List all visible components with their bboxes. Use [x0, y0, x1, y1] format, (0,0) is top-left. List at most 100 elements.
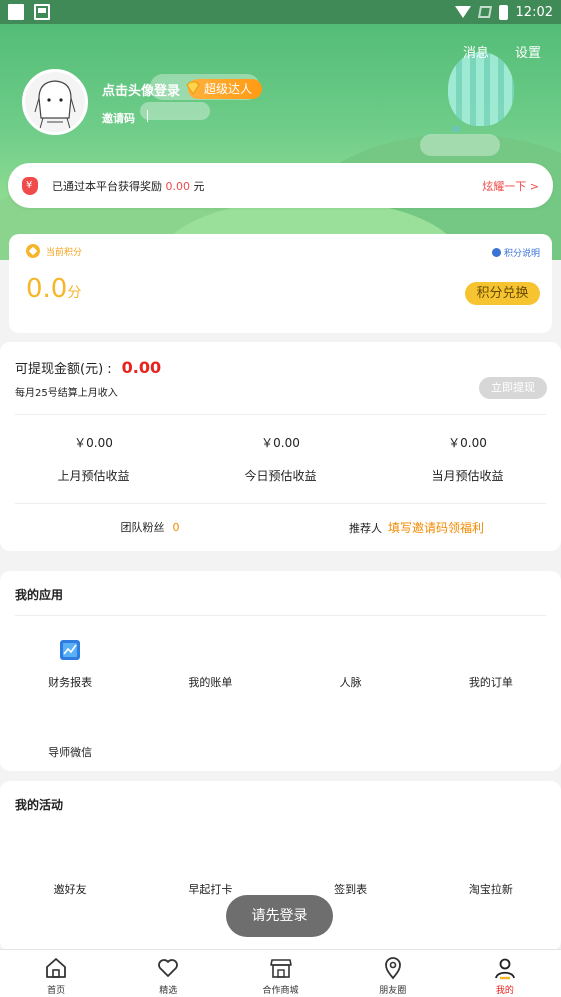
login-prompt[interactable]: 点击头像登录 — [102, 80, 180, 99]
team-row: 团队粉丝 0 推荐人 填写邀请码领福利 — [0, 519, 561, 536]
app-label: 导师微信 — [48, 746, 93, 759]
invite-code-row: 邀请码 — [102, 110, 148, 126]
stat-value: ￥0.00 — [74, 436, 113, 450]
tab-label: 精选 — [159, 986, 178, 996]
stat-label: 今日预估收益 — [244, 469, 317, 483]
no-signal-icon — [477, 6, 492, 18]
points-exchange-button[interactable]: 积分兑换 — [465, 282, 540, 305]
withdrawable-label: 可提现金额(元) : — [15, 362, 112, 377]
tab-label: 朋友圈 — [379, 986, 407, 996]
team-fans[interactable]: 团队粉丝 0 — [0, 519, 280, 536]
divider — [15, 414, 546, 415]
reward-text: 已通过本平台获得奖励 0.00 元 — [52, 178, 205, 194]
my-apps-card: 我的应用 财务报表 我的账单 人脉 我的订单 导师微信 — [0, 571, 561, 771]
referrer: 推荐人 填写邀请码领福利 — [280, 519, 561, 536]
tab-moments[interactable]: 朋友圈 — [337, 950, 449, 997]
store-icon — [269, 959, 292, 978]
my-apps-title: 我的应用 — [15, 588, 64, 602]
app-financial-report[interactable]: 财务报表 — [0, 633, 140, 689]
heart-icon — [158, 959, 179, 977]
reward-suffix: 元 — [193, 179, 205, 193]
gallery-icon — [34, 4, 50, 20]
battery-icon — [498, 4, 508, 20]
stat-this-month: ￥0.00 当月预估收益 — [374, 434, 561, 484]
coin-icon — [26, 244, 40, 258]
settle-note: 每月25号结算上月收入 — [15, 388, 118, 399]
app-my-bills[interactable]: 我的账单 — [140, 633, 280, 689]
tab-partner-mall[interactable]: 合作商城 — [224, 950, 336, 997]
earnings-stats: ￥0.00 上月预估收益 ￥0.00 今日预估收益 ￥0.00 当月预估收益 — [0, 434, 561, 484]
my-activities-title: 我的活动 — [15, 798, 64, 812]
stat-today: ￥0.00 今日预估收益 — [187, 434, 374, 484]
home-icon — [46, 958, 66, 978]
clock: 12:02 — [515, 4, 553, 20]
points-unit: 分 — [67, 285, 82, 301]
invite-code-divider — [147, 110, 148, 122]
points-number: 0.0 — [26, 274, 68, 304]
info-icon — [491, 248, 501, 257]
team-fans-label: 团队粉丝 — [120, 521, 165, 534]
team-fans-count: 0 — [172, 521, 180, 534]
avatar-illustration — [25, 72, 85, 132]
person-icon — [495, 958, 515, 980]
points-explain-link[interactable]: 积分说明 — [491, 246, 540, 259]
cloud-decoration — [140, 102, 210, 120]
messages-link[interactable]: 消息 — [463, 42, 489, 61]
activity-invite-friends[interactable]: 邀好友 — [0, 881, 140, 897]
activity-taobao-newusers[interactable]: 淘宝拉新 — [421, 881, 561, 897]
bottom-tabbar: 首页 精选 合作商城 朋友圈 我的 — [0, 949, 561, 997]
reward-banner: 已通过本平台获得奖励 0.00 元 炫耀一下 > — [8, 163, 553, 208]
app-label: 财务报表 — [48, 676, 93, 689]
earnings-card: 可提现金额(元) : 0.00 每月25号结算上月收入 立即提现 ￥0.00 上… — [0, 342, 561, 551]
tab-label: 合作商城 — [262, 986, 299, 996]
app-label: 我的订单 — [468, 676, 513, 689]
referrer-label: 推荐人 — [348, 522, 382, 535]
balloon-basket — [452, 126, 460, 132]
report-chart-icon — [60, 640, 81, 660]
points-label-text: 当前积分 — [46, 247, 83, 258]
current-points-label: 当前积分 — [26, 244, 82, 258]
show-off-link[interactable]: 炫耀一下 > — [482, 178, 539, 194]
divider — [15, 615, 546, 616]
withdrawable-row: 可提现金额(元) : 0.00 — [15, 358, 161, 377]
tab-mine[interactable]: 我的 — [449, 950, 561, 997]
tab-label: 我的 — [495, 986, 514, 996]
withdrawable-amount: 0.00 — [121, 358, 162, 377]
points-value: 0.0分 — [26, 274, 81, 304]
avatar[interactable] — [22, 69, 88, 135]
tab-featured[interactable]: 精选 — [112, 950, 224, 997]
app-label: 人脉 — [339, 676, 362, 689]
login-toast: 请先登录 — [226, 895, 333, 937]
status-bar: 12:02 — [0, 0, 561, 24]
app-contacts[interactable]: 人脉 — [281, 633, 421, 689]
stat-label: 当月预估收益 — [431, 469, 504, 483]
stat-last-month: ￥0.00 上月预估收益 — [0, 434, 187, 484]
divider — [15, 503, 546, 504]
stat-label: 上月预估收益 — [57, 469, 130, 483]
stat-value: ￥0.00 — [448, 436, 487, 450]
stat-value: ￥0.00 — [261, 436, 300, 450]
invite-code-label: 邀请码 — [102, 112, 135, 125]
app-mentor-wechat[interactable]: 导师微信 — [0, 703, 140, 759]
header-links: 消息 设置 — [463, 42, 541, 61]
money-bag-icon — [22, 176, 38, 195]
tab-home[interactable]: 首页 — [0, 950, 112, 997]
withdraw-button[interactable]: 立即提现 — [479, 377, 547, 399]
app-label: 我的账单 — [188, 676, 233, 689]
reward-prefix: 已通过本平台获得奖励 — [52, 179, 162, 193]
balloon-icon — [448, 52, 514, 126]
app-my-orders[interactable]: 我的订单 — [421, 633, 561, 689]
notification-icon — [8, 4, 24, 20]
diamond-icon — [186, 81, 200, 95]
points-card: 当前积分 积分说明 0.0分 积分兑换 — [9, 234, 552, 333]
my-apps-grid: 财务报表 我的账单 人脉 我的订单 导师微信 — [0, 633, 561, 759]
points-explain-text: 积分说明 — [503, 249, 540, 259]
cloud-decoration — [420, 134, 500, 156]
tab-label: 首页 — [47, 986, 66, 996]
vip-label: 超级达人 — [204, 82, 253, 96]
settings-link[interactable]: 设置 — [515, 42, 541, 61]
reward-amount: 0.00 — [165, 179, 191, 193]
location-pin-icon — [384, 957, 401, 980]
wifi-icon — [454, 6, 471, 18]
referrer-link[interactable]: 填写邀请码领福利 — [388, 521, 484, 535]
